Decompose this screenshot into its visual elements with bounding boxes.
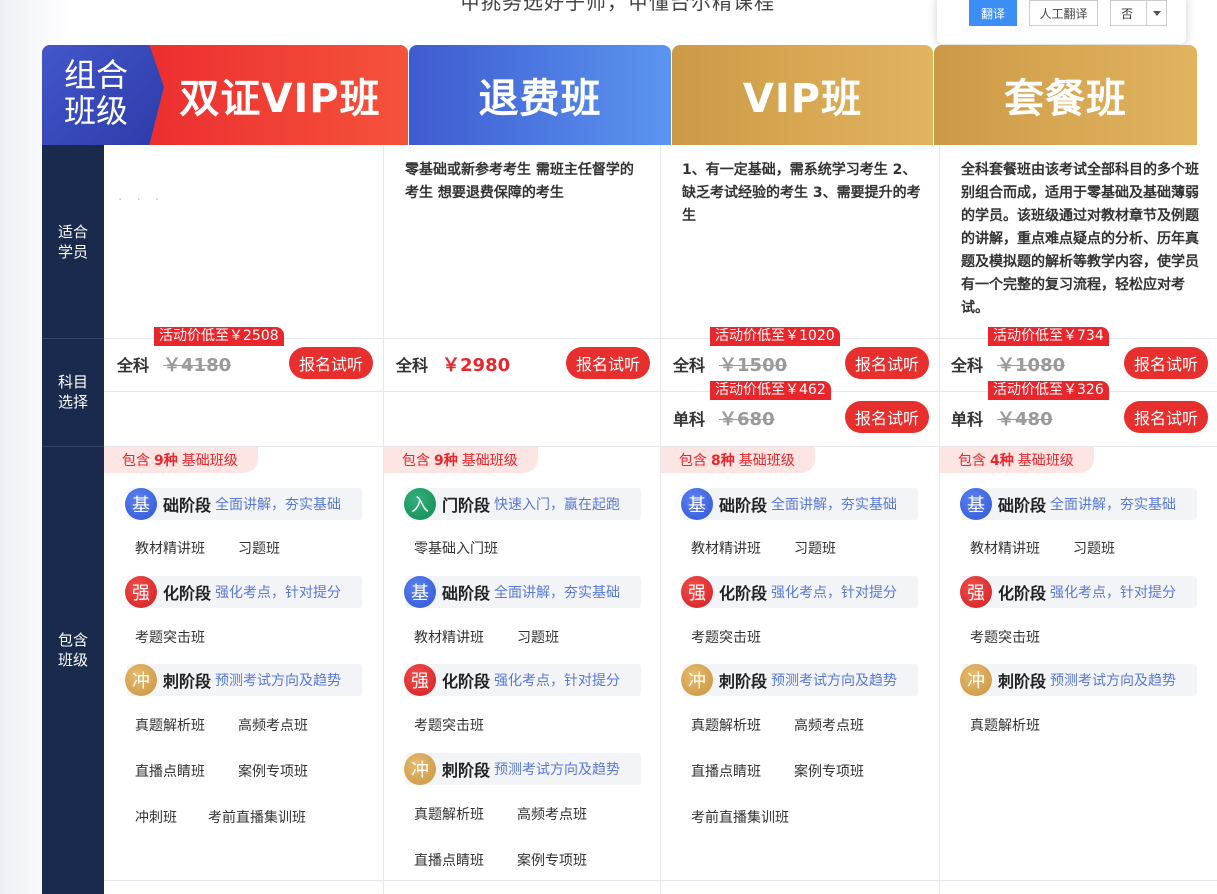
tab-vip[interactable]: VIP班 [672, 45, 933, 145]
suitable-package: 全科套餐班由该考试全部科目的多个班别组合而成，适用于零基础及基础薄弱的学员。该班… [961, 162, 1199, 316]
price-row-single: 单科 ￥680 [673, 409, 775, 430]
tab-package[interactable]: 套餐班 [934, 45, 1197, 145]
contains-tag: 包含 9种 基础班级 [384, 447, 538, 473]
sprint-icon: 冲 [125, 664, 157, 696]
price-row-full: 全科 ￥2980 [396, 355, 511, 376]
apply-trial-button[interactable]: 报名试听 [566, 347, 650, 379]
course-link[interactable]: 冲刺班 [135, 807, 177, 827]
intensive-icon: 强 [404, 664, 436, 696]
sprint-icon: 冲 [681, 664, 713, 696]
intensive-icon: 强 [681, 576, 713, 608]
logo-line1: 组合 [64, 56, 129, 94]
course-link[interactable]: 考题突击班 [970, 627, 1040, 647]
stage-entry: 入 门阶段 快速入门，赢在起跑 [404, 488, 641, 520]
intensive-icon: 强 [125, 576, 157, 608]
combo-class-logo: 组合 班级 [42, 45, 164, 145]
course-link[interactable]: 真题解析班 [970, 715, 1040, 735]
intensive-icon: 强 [960, 576, 992, 608]
stage-intensive: 强 化阶段 强化考点，针对提分 [960, 576, 1197, 608]
translate-select-value: 否 [1121, 6, 1134, 21]
stage-foundation: 基 础阶段 全面讲解，夯实基础 [681, 488, 918, 520]
row-label-classes: 包含 班级 [57, 631, 88, 669]
foundation-icon: 基 [681, 488, 713, 520]
sprint-icon: 冲 [960, 664, 992, 696]
contains-tag: 包含 8种 基础班级 [661, 447, 815, 473]
course-link[interactable]: 考前直播集训班 [691, 807, 789, 827]
stage-sprint: 冲 刺阶段 预测考试方向及趋势 [404, 753, 641, 785]
foundation-icon: 基 [404, 576, 436, 608]
stage-foundation: 基 础阶段 全面讲解，夯实基础 [125, 488, 362, 520]
apply-trial-button[interactable]: 报名试听 [1124, 401, 1208, 433]
foundation-icon: 基 [125, 488, 157, 520]
suitable-vip: 1、有一定基础，需系统学习考生 2、缺乏考试经验的考生 3、需要提升的考生 [682, 162, 921, 224]
course-link[interactable]: 高频考点班 [794, 715, 864, 735]
course-link[interactable]: 教材精讲班 [414, 627, 484, 647]
apply-trial-button[interactable]: 报名试听 [845, 347, 929, 379]
course-link[interactable]: 习题班 [794, 538, 836, 558]
translate-select[interactable]: 否 [1110, 0, 1167, 26]
course-link[interactable]: 案例专项班 [238, 761, 308, 781]
divider [104, 880, 1217, 881]
course-link[interactable]: 零基础入门班 [414, 538, 498, 558]
course-link[interactable]: 案例专项班 [794, 761, 864, 781]
suitable-refund: 零基础或新参考考生 需班主任督学的考生 想要退费保障的考生 [405, 162, 634, 201]
translate-popup: 翻译 人工翻译 否 [937, 0, 1186, 44]
loading-dots: ··· [118, 192, 174, 208]
course-link[interactable]: 考题突击班 [414, 715, 484, 735]
course-link[interactable]: 高频考点班 [517, 804, 587, 824]
course-link[interactable]: 直播点睛班 [414, 850, 484, 870]
course-link[interactable]: 高频考点班 [238, 715, 308, 735]
divider [939, 145, 940, 894]
course-link[interactable]: 教材精讲班 [691, 538, 761, 558]
divider [660, 145, 661, 894]
course-link[interactable]: 真题解析班 [691, 715, 761, 735]
course-link[interactable]: 习题班 [1073, 538, 1115, 558]
sprint-icon: 冲 [404, 753, 436, 785]
price-row-full: 全科 ￥4180 [117, 355, 232, 376]
foundation-icon: 基 [960, 488, 992, 520]
course-link[interactable]: 真题解析班 [414, 804, 484, 824]
row-label-suitable: 适合 学员 [57, 222, 88, 261]
stage-intensive: 强 化阶段 强化考点，针对提分 [681, 576, 918, 608]
stage-sprint: 冲 刺阶段 预测考试方向及趋势 [125, 664, 362, 696]
divider [383, 145, 384, 894]
course-link[interactable]: 案例专项班 [517, 850, 587, 870]
translate-button[interactable]: 翻译 [969, 0, 1017, 26]
tab-refund[interactable]: 退费班 [409, 45, 671, 145]
contains-tag: 包含 4种 基础班级 [940, 447, 1094, 473]
logo-line2: 班级 [64, 92, 129, 130]
course-link[interactable]: 直播点睛班 [691, 761, 761, 781]
course-link[interactable]: 考题突击班 [691, 627, 761, 647]
course-link[interactable]: 真题解析班 [135, 715, 205, 735]
stage-foundation: 基 础阶段 全面讲解，夯实基础 [960, 488, 1197, 520]
course-link[interactable]: 直播点睛班 [135, 761, 205, 781]
course-link[interactable]: 习题班 [238, 538, 280, 558]
entry-icon: 入 [404, 488, 436, 520]
chevron-down-icon[interactable] [1146, 1, 1166, 25]
course-link[interactable]: 考前直播集训班 [208, 807, 306, 827]
stage-sprint: 冲 刺阶段 预测考试方向及趋势 [960, 664, 1197, 696]
row-label-subject: 科目 选择 [57, 373, 88, 411]
human-translate-button[interactable]: 人工翻译 [1029, 0, 1098, 26]
course-link[interactable]: 教材精讲班 [970, 538, 1040, 558]
apply-trial-button[interactable]: 报名试听 [289, 347, 373, 379]
apply-trial-button[interactable]: 报名试听 [845, 401, 929, 433]
course-link[interactable]: 教材精讲班 [135, 538, 205, 558]
stage-sprint: 冲 刺阶段 预测考试方向及趋势 [681, 664, 918, 696]
stage-intensive: 强 化阶段 强化考点，针对提分 [125, 576, 362, 608]
page-tagline: 甲挑务选好子师，甲懂台尔精课程 [460, 0, 775, 14]
price-row-single: 单科 ￥480 [951, 409, 1053, 430]
stage-intensive: 强 化阶段 强化考点，针对提分 [404, 664, 641, 696]
stage-foundation: 基 础阶段 全面讲解，夯实基础 [404, 576, 641, 608]
course-link[interactable]: 习题班 [517, 627, 559, 647]
contains-tag: 包含 9种 基础班级 [104, 447, 258, 473]
apply-trial-button[interactable]: 报名试听 [1124, 347, 1208, 379]
course-link[interactable]: 考题突击班 [135, 627, 205, 647]
